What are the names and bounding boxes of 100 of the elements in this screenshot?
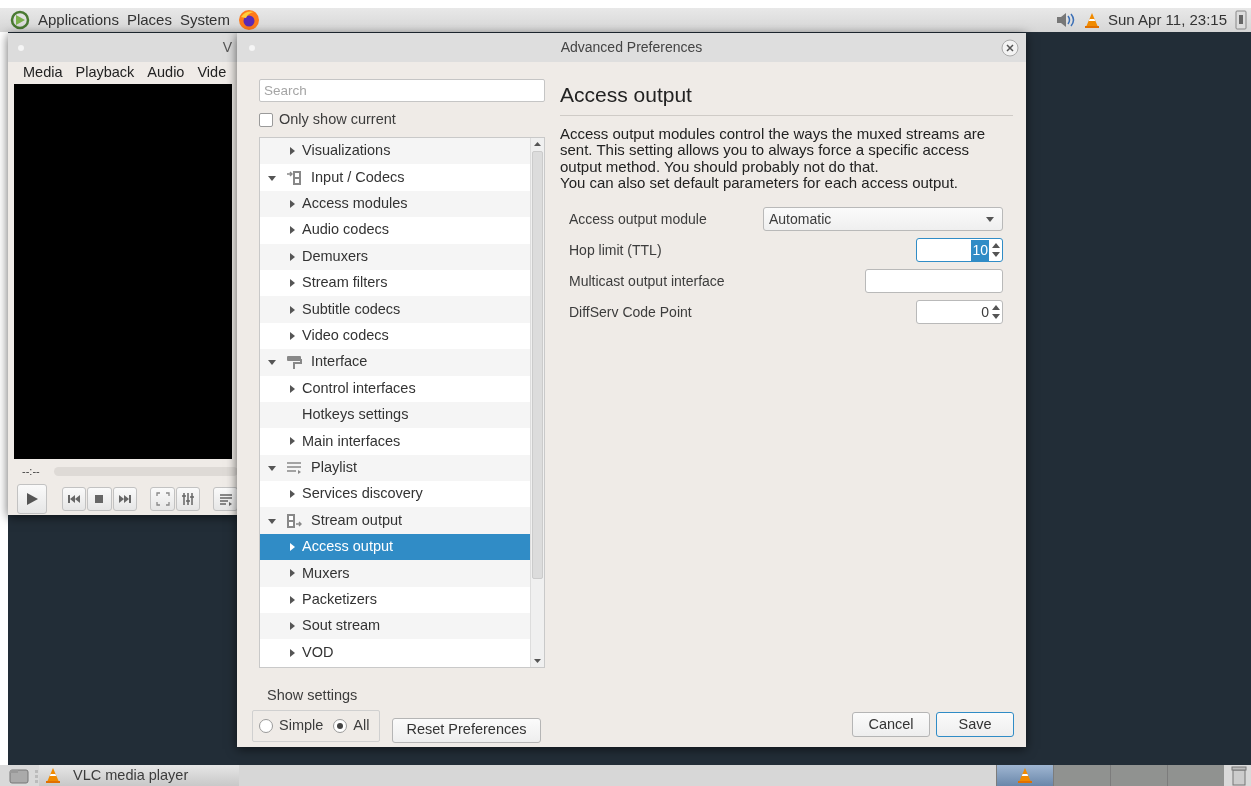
expand-arrow-icon[interactable]	[288, 490, 296, 499]
search-field[interactable]: Search	[259, 79, 545, 102]
collapse-arrow-icon[interactable]	[268, 358, 276, 367]
dialog-title: Advanced Preferences	[560, 38, 703, 57]
collapse-arrow-icon[interactable]	[268, 173, 276, 182]
menu-item[interactable]: Playback	[75, 62, 135, 84]
expand-arrow-icon[interactable]	[288, 226, 296, 235]
tree-item[interactable]: VOD	[260, 639, 530, 666]
task-button[interactable]: VLC media player	[39, 765, 239, 786]
equalizer-icon	[181, 491, 196, 506]
tree-item[interactable]: Stream filters	[260, 269, 530, 297]
play-button[interactable]	[17, 483, 47, 514]
spin-box[interactable]: 10	[916, 238, 1003, 262]
film-arrow-icon	[286, 512, 302, 529]
expand-arrow-icon[interactable]	[288, 199, 296, 208]
expand-arrow-icon[interactable]	[288, 305, 296, 314]
close-icon[interactable]	[1001, 38, 1019, 57]
playlist-icon	[218, 491, 233, 506]
tree-item[interactable]: Sout stream	[260, 613, 530, 640]
spinner-arrows-icon[interactable]	[992, 304, 1000, 320]
expand-arrow-icon[interactable]	[288, 595, 296, 604]
expand-arrow-icon[interactable]	[288, 437, 296, 446]
tree-item[interactable]: Access output	[260, 533, 530, 561]
film-arrow-icon	[286, 169, 302, 186]
expand-arrow-icon[interactable]	[288, 543, 296, 552]
checkbox[interactable]	[259, 113, 273, 127]
volume-icon[interactable]	[1054, 11, 1076, 29]
collapse-arrow-icon[interactable]	[268, 516, 276, 525]
expand-arrow-icon[interactable]	[288, 622, 296, 631]
menu-item[interactable]: System	[179, 8, 230, 32]
scrollbar[interactable]	[530, 138, 544, 667]
tree-item[interactable]: Stream output	[260, 507, 530, 534]
tree-item[interactable]: Audio codecs	[260, 217, 530, 244]
section-title: Access output	[560, 79, 1013, 116]
window-dot-icon[interactable]	[18, 44, 24, 51]
playlist-button[interactable]	[213, 486, 238, 511]
previous-button[interactable]	[61, 486, 87, 511]
expand-arrow-icon[interactable]	[288, 279, 296, 288]
tree-item[interactable]: Services discovery	[260, 481, 530, 508]
cone-icon[interactable]	[1084, 11, 1100, 29]
menu-logo-icon[interactable]	[10, 10, 30, 30]
dialog-button[interactable]: Reset Preferences	[392, 717, 541, 743]
tree-item[interactable]: Interface	[260, 349, 530, 376]
radio-button[interactable]	[333, 719, 348, 734]
tree-item[interactable]: Packetizers	[260, 586, 530, 614]
expand-arrow-icon[interactable]	[288, 331, 296, 340]
tree-item[interactable]: Video codecs	[260, 322, 530, 350]
checkbox-label[interactable]: Only show current	[279, 109, 396, 131]
play-icon	[24, 491, 39, 506]
menu-item[interactable]: Vide	[197, 62, 227, 84]
clock[interactable]: Sun Apr 11, 23:15	[1108, 8, 1227, 32]
fullscreen-icon	[155, 491, 170, 506]
menu-item[interactable]: Applications	[38, 8, 119, 32]
tree-item[interactable]: Demuxers	[260, 243, 530, 270]
browser-icon[interactable]	[237, 9, 260, 31]
paint-roller-icon	[286, 354, 302, 371]
tree-item[interactable]: Control interfaces	[260, 375, 530, 402]
applet-icon[interactable]	[1235, 10, 1247, 30]
tree-item[interactable]: Main interfaces	[260, 428, 530, 455]
expand-arrow-icon[interactable]	[288, 569, 296, 578]
input-field[interactable]	[865, 269, 1003, 293]
setting-label: Hop limit (TTL)	[569, 240, 662, 260]
equalizer-button[interactable]	[175, 486, 201, 511]
cone-icon	[1017, 767, 1033, 784]
menu-item[interactable]: Media	[23, 62, 63, 84]
menu-item[interactable]: Audio	[147, 62, 185, 84]
cone-icon	[45, 767, 61, 784]
tree-item[interactable]: Subtitle codecs	[260, 296, 530, 323]
setting-label: DiffServ Code Point	[569, 302, 692, 322]
expand-arrow-icon[interactable]	[288, 147, 296, 156]
stop-button[interactable]	[87, 486, 112, 511]
tree-item[interactable]: Muxers	[260, 560, 530, 587]
radio-button[interactable]	[259, 719, 273, 734]
radio-label[interactable]: Simple	[279, 715, 324, 738]
section-label: Show settings	[267, 686, 359, 705]
dialog-button[interactable]: Save	[936, 712, 1014, 737]
dropdown[interactable]: Automatic	[763, 207, 1003, 231]
list-icon	[286, 459, 302, 476]
window-title: V	[222, 38, 232, 57]
collapse-arrow-icon[interactable]	[268, 463, 276, 472]
spinner-arrows-icon[interactable]	[992, 242, 1000, 258]
description-text: Access output modules control the ways the muxed streams are sent. This setting allows you to always force a specific access output method. You should probably not do that.	[560, 125, 987, 175]
tree-item[interactable]: Hotkeys settings	[260, 401, 530, 429]
dialog-button[interactable]: Cancel	[852, 712, 930, 737]
tree-item[interactable]: Input / Codecs	[260, 164, 530, 191]
description-text: You can also set default parameters for each access output.	[560, 175, 960, 192]
scroll-thumb[interactable]	[532, 151, 543, 579]
expand-arrow-icon[interactable]	[288, 648, 296, 657]
spin-box[interactable]: 0	[916, 300, 1003, 324]
tree-item[interactable]: Visualizations	[260, 138, 530, 165]
expand-arrow-icon[interactable]	[288, 384, 296, 393]
caret-icon	[986, 216, 994, 222]
menu-item[interactable]: Places	[126, 8, 172, 32]
next-button[interactable]	[112, 486, 138, 511]
time-label: --:--	[22, 464, 40, 479]
tree-item[interactable]: Access modules	[260, 190, 530, 218]
tree-item[interactable]: Playlist	[260, 454, 530, 482]
radio-label[interactable]: All	[353, 715, 370, 738]
setting-label: Multicast output interface	[569, 271, 725, 291]
expand-arrow-icon[interactable]	[288, 252, 296, 261]
